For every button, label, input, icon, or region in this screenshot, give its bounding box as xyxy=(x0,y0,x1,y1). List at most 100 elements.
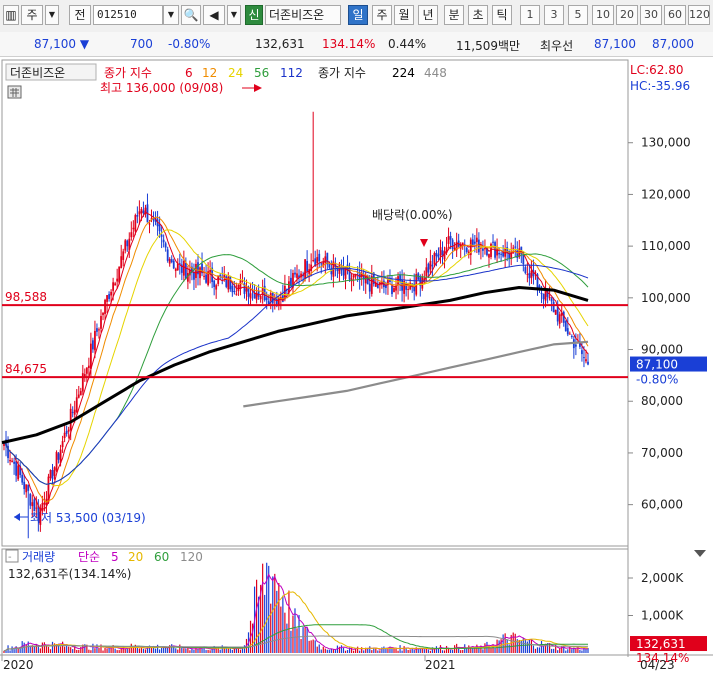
svg-text:-: - xyxy=(8,552,12,563)
interval-button-60[interactable]: 60 xyxy=(664,5,686,25)
candle-body xyxy=(172,260,175,269)
candle-body xyxy=(51,470,54,480)
candle-body xyxy=(77,394,80,398)
candle-body xyxy=(41,503,44,512)
legend-ma224: 224 xyxy=(392,66,415,80)
interval-button-20[interactable]: 20 xyxy=(616,5,638,25)
candle-body xyxy=(106,295,108,302)
candle-body xyxy=(338,264,341,274)
candle-body xyxy=(514,246,517,248)
candle-body xyxy=(231,285,234,293)
candle-body xyxy=(526,273,529,275)
candle-body xyxy=(170,259,173,263)
candle-body xyxy=(43,502,46,505)
current-price-label: 87,100 xyxy=(636,358,678,372)
stock-code-input[interactable]: 012510 xyxy=(93,5,163,25)
candle-body xyxy=(524,267,527,274)
period-tab-4[interactable]: 분 xyxy=(444,5,464,25)
candle-body xyxy=(465,247,468,252)
candle-body xyxy=(61,441,64,448)
candle-body xyxy=(259,296,262,300)
candle-body xyxy=(407,288,410,290)
type-selector[interactable]: 전 xyxy=(69,5,91,25)
candle-body xyxy=(164,243,167,248)
candle-body xyxy=(148,223,151,225)
y-tick-label: 110,000 xyxy=(641,239,691,253)
chart-icon[interactable]: ▥ xyxy=(3,5,19,25)
candle-body xyxy=(312,260,315,262)
candle-body xyxy=(427,263,430,273)
candle-body xyxy=(433,253,436,265)
candle-body xyxy=(100,316,102,329)
candle-body xyxy=(130,232,133,238)
interval-button-1[interactable]: 1 xyxy=(520,5,540,25)
y-tick-label: 120,000 xyxy=(641,187,691,201)
candle-body xyxy=(213,280,216,287)
y-tick-label: 60,000 xyxy=(641,498,683,512)
candle-body xyxy=(85,367,88,374)
stock-name-label: 더존비즈온 xyxy=(10,66,65,80)
candle-body xyxy=(94,331,96,351)
candle-body xyxy=(556,306,559,322)
candle-body xyxy=(397,276,399,285)
candle-body xyxy=(399,274,401,282)
search-icon[interactable]: 🔍 xyxy=(181,5,201,25)
period-tab-5[interactable]: 초 xyxy=(468,5,488,25)
interval-button-3[interactable]: 3 xyxy=(544,5,564,25)
candle-body xyxy=(587,361,589,365)
candle-body xyxy=(550,298,553,302)
candle-body xyxy=(249,293,252,299)
candle-body xyxy=(528,272,531,279)
interval-button-30[interactable]: 30 xyxy=(640,5,662,25)
period-tab-3[interactable]: 년 xyxy=(418,5,438,25)
candle-body xyxy=(233,290,236,293)
interval-button-10[interactable]: 10 xyxy=(592,5,614,25)
turnover: 0.44% xyxy=(388,37,427,51)
candle-body xyxy=(53,467,56,476)
candle-body xyxy=(166,249,169,261)
candle-body xyxy=(570,335,573,337)
vol-tick-label: 1,000K xyxy=(641,609,684,623)
grid-settings-icon[interactable] xyxy=(7,85,22,99)
candle-body xyxy=(57,453,60,460)
candle-body xyxy=(477,239,480,253)
candle-body xyxy=(558,314,561,324)
candle-body xyxy=(160,234,163,237)
code-chevron-down-icon[interactable]: ▼ xyxy=(163,5,179,25)
candle-body xyxy=(304,259,306,280)
quote-bar: 87,100 ▼ 700 -0.80% 132,631 134.14% 0.44… xyxy=(0,32,713,57)
candle-body xyxy=(492,241,494,243)
interval-button-5[interactable]: 5 xyxy=(568,5,588,25)
period-tab-0[interactable]: 일 xyxy=(348,5,368,25)
best-bid: 87,000 xyxy=(652,37,694,51)
y-tick-label: 70,000 xyxy=(641,446,683,460)
volume-info: 132,631주(134.14%) xyxy=(8,567,131,581)
period-tab-2[interactable]: 월 xyxy=(394,5,414,25)
period-tab-1[interactable]: 주 xyxy=(372,5,392,25)
candle-body xyxy=(318,253,321,262)
price-pane-frame xyxy=(1,59,629,547)
menu-label: 주 xyxy=(26,8,38,22)
chart-area: 98,588 84,675 2,000K 1,000K 132,631 134.14% … xyxy=(0,57,713,681)
sound-chevron-down-icon[interactable]: ▼ xyxy=(227,5,241,25)
candle-body xyxy=(431,264,434,267)
legend-indicator-label-2: 종가 지수 xyxy=(318,66,366,80)
current-change-label: -0.80% xyxy=(636,373,678,387)
sound-icon[interactable]: ◀ xyxy=(203,5,225,25)
dividend-label: 배당락(0.00%) xyxy=(372,208,453,222)
candle-body xyxy=(447,236,450,244)
menu-chevron-down-icon[interactable]: ▼ xyxy=(45,5,59,25)
stock-name[interactable]: 더존비즈온 xyxy=(265,5,341,25)
volume: 132,631 xyxy=(255,37,305,51)
candle-body xyxy=(425,267,428,276)
candle-body xyxy=(140,209,143,214)
candle-body xyxy=(17,465,20,480)
y-tick-label: 100,000 xyxy=(641,291,691,305)
menu-dropdown[interactable]: 주 xyxy=(21,5,43,25)
volume-ratio: 134.14% xyxy=(322,37,376,51)
new-badge[interactable]: 신 xyxy=(245,5,263,25)
interval-button-120[interactable]: 120 xyxy=(688,5,710,25)
candle-body xyxy=(275,298,278,305)
hline-label-0: 98,588 xyxy=(5,290,47,304)
period-tab-6[interactable]: 틱 xyxy=(492,5,512,25)
